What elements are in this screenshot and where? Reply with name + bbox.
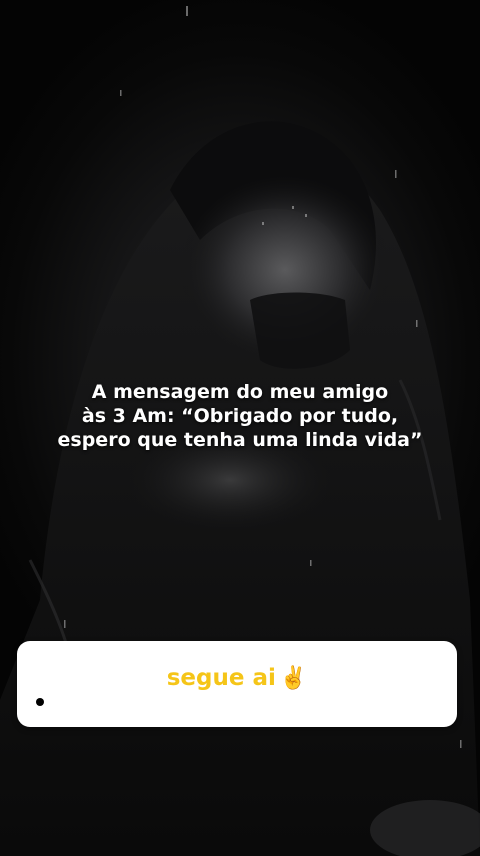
text-sticker[interactable]: segue ai ✌️ — [17, 641, 457, 727]
sticker-label-row: segue ai ✌️ — [17, 663, 457, 694]
caption-line-3: espero que tenha uma linda vida” — [57, 429, 423, 451]
video-frame: A mensagem do meu amigo às 3 Am: “Obriga… — [0, 0, 480, 856]
caption-text: A mensagem do meu amigo às 3 Am: “Obriga… — [20, 380, 460, 452]
peace-hand-icon: ✌️ — [279, 666, 308, 691]
sticker-label: segue ai — [166, 665, 276, 691]
caption-line-1: A mensagem do meu amigo — [91, 381, 389, 403]
bullet-dot — [36, 698, 44, 706]
caption-line-2: às 3 Am: “Obrigado por tudo, — [81, 405, 399, 427]
